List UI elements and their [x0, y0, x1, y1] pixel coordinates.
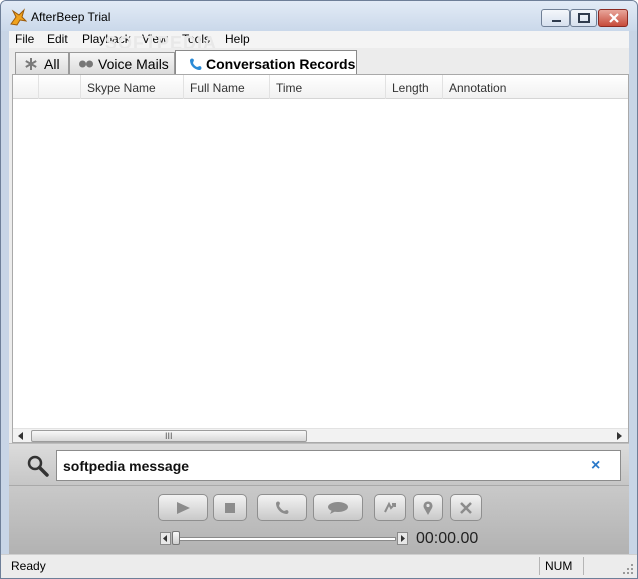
- maximize-button[interactable]: [570, 9, 597, 27]
- chat-button[interactable]: [313, 494, 363, 521]
- stop-button[interactable]: [213, 494, 247, 521]
- delete-icon: [460, 501, 472, 514]
- pin-button[interactable]: [413, 494, 443, 521]
- column-label: Annotation: [449, 81, 507, 95]
- column-label: Skype Name: [87, 81, 156, 95]
- asterisk-icon: [25, 58, 37, 70]
- tab-conversation-records[interactable]: Conversation Records: [175, 50, 357, 74]
- column-label: Full Name: [190, 81, 245, 95]
- menu-help[interactable]: Help: [225, 32, 250, 46]
- status-text: Ready: [11, 559, 46, 573]
- resize-grip-icon[interactable]: [622, 563, 634, 575]
- menu-view[interactable]: View: [142, 32, 168, 46]
- maximize-icon: [578, 13, 590, 23]
- playback-controls: 00:00.00: [9, 486, 629, 554]
- phone-icon: [276, 501, 289, 514]
- seek-forward-icon[interactable]: [397, 532, 408, 545]
- pin-icon: [423, 500, 433, 515]
- window-title: AfterBeep Trial: [31, 10, 111, 24]
- status-divider: [583, 557, 584, 575]
- close-icon: [609, 13, 619, 23]
- menu-playback[interactable]: Playback: [82, 32, 131, 46]
- column-header-full-name[interactable]: Full Name: [184, 75, 270, 99]
- column-header-length[interactable]: Length: [386, 75, 443, 99]
- menu-tools[interactable]: Tools: [182, 32, 210, 46]
- phone-icon: [190, 58, 202, 70]
- minimize-button[interactable]: [541, 9, 570, 27]
- column-header-annotation[interactable]: Annotation: [443, 75, 628, 99]
- voicemail-icon: [79, 60, 93, 68]
- playback-time: 00:00.00: [416, 530, 479, 547]
- scrollbar-grip: III: [165, 431, 173, 441]
- main-content: All Voice Mails Conversation Records Sky…: [9, 48, 629, 554]
- table-header: Skype Name Full Name Time Length Annotat…: [13, 75, 628, 99]
- column-label: Time: [276, 81, 303, 95]
- horizontal-scrollbar[interactable]: III: [13, 428, 628, 442]
- search-icon[interactable]: [26, 454, 50, 478]
- scroll-left-icon[interactable]: [16, 431, 26, 441]
- tab-conversation-records-label: Conversation Records: [206, 56, 356, 72]
- column-header-blank[interactable]: [13, 75, 39, 99]
- delete-button[interactable]: [450, 494, 482, 521]
- search-bar: ×: [9, 443, 629, 486]
- app-logo-icon: [10, 8, 27, 26]
- stop-icon: [225, 502, 235, 513]
- forward-button[interactable]: [374, 494, 406, 521]
- call-button[interactable]: [257, 494, 307, 521]
- menu-bar: File Edit Playback View Tools Help: [9, 31, 629, 48]
- column-header-skype-name[interactable]: Skype Name: [81, 75, 184, 99]
- chat-bubble-icon: [328, 501, 348, 514]
- play-icon: [177, 501, 190, 514]
- play-button[interactable]: [158, 494, 208, 521]
- scrollbar-thumb[interactable]: III: [31, 430, 307, 442]
- tab-all[interactable]: All: [15, 52, 69, 74]
- close-button[interactable]: [598, 9, 628, 27]
- seek-slider-thumb[interactable]: [172, 531, 180, 545]
- num-lock-indicator: NUM: [545, 559, 573, 573]
- app-window: AfterBeep Trial File Edit Playback View …: [0, 0, 638, 579]
- seek-slider-track[interactable]: [172, 537, 396, 541]
- forward-icon: [384, 501, 396, 512]
- clear-search-icon[interactable]: ×: [591, 457, 600, 475]
- tab-voice-mails-label: Voice Mails: [98, 56, 169, 72]
- tab-all-label: All: [44, 56, 60, 72]
- menu-edit[interactable]: Edit: [47, 32, 68, 46]
- column-label: Length: [392, 81, 429, 95]
- column-header-time[interactable]: Time: [270, 75, 386, 99]
- status-bar: Ready NUM: [1, 554, 637, 578]
- status-divider: [539, 557, 540, 575]
- title-bar[interactable]: AfterBeep Trial: [1, 1, 637, 31]
- records-table[interactable]: Skype Name Full Name Time Length Annotat…: [12, 74, 629, 443]
- column-header-blank[interactable]: [39, 75, 81, 99]
- scroll-right-icon[interactable]: [614, 431, 624, 441]
- menu-file[interactable]: File: [15, 32, 34, 46]
- search-input[interactable]: [56, 450, 621, 481]
- seek-back-icon[interactable]: [160, 532, 171, 545]
- tab-voice-mails[interactable]: Voice Mails: [69, 52, 175, 74]
- minimize-icon: [552, 20, 561, 22]
